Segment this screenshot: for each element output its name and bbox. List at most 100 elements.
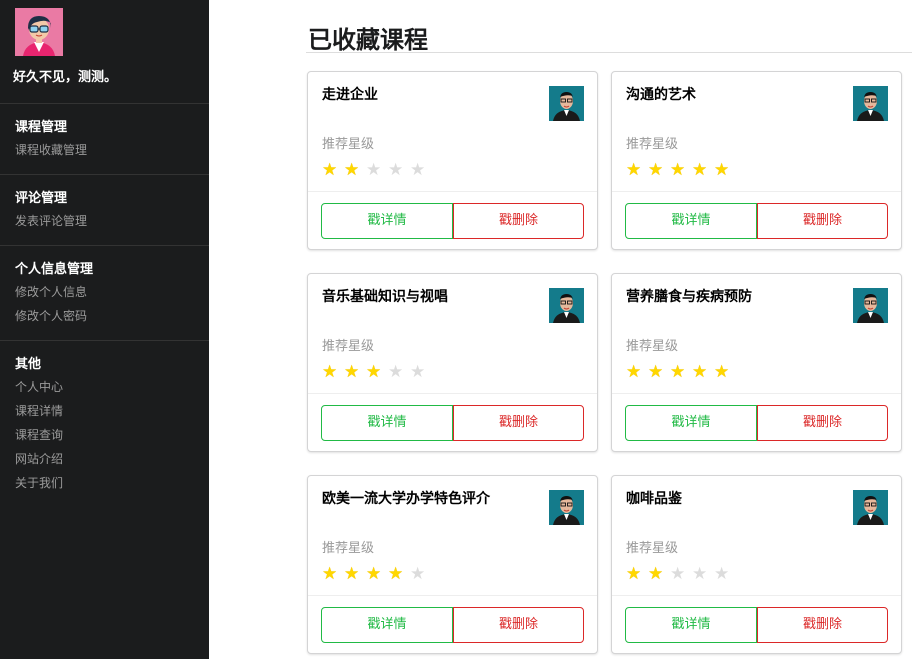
star-icon: ★ — [626, 160, 642, 180]
sidebar-section-comment: 评论管理 发表评论管理 — [0, 174, 209, 245]
card-divider — [612, 595, 901, 596]
rating-label: 推荐星级 — [322, 339, 375, 354]
star-rating: ★ ★ ★ ★ ★ — [322, 160, 432, 180]
sidebar-item-post-comments[interactable]: 发表评论管理 — [15, 212, 87, 229]
course-card: 沟通的艺术推荐星级 ★ ★ ★ ★ ★ 戳详情 戳删除 — [611, 71, 902, 250]
sidebar-section-course: 课程管理 课程收藏管理 — [0, 103, 209, 174]
teacher-thumbnail — [549, 86, 584, 121]
view-details-button[interactable]: 戳详情 — [321, 405, 453, 441]
star-icon: ★ — [410, 362, 426, 382]
course-title[interactable]: 音乐基础知识与视唱 — [322, 286, 448, 306]
course-card: 欧美一流大学办学特色评介推荐星级 ★ ★ ★ ★ ★ 戳详情 戳删除 — [307, 475, 598, 654]
star-rating: ★ ★ ★ ★ ★ — [626, 362, 736, 382]
rating-label: 推荐星级 — [322, 541, 375, 556]
teacher-thumbnail — [549, 490, 584, 525]
teacher-thumbnail — [853, 490, 888, 525]
star-rating: ★ ★ ★ ★ ★ — [322, 362, 432, 382]
view-details-button[interactable]: 戳详情 — [625, 405, 757, 441]
delete-button[interactable]: 戳删除 — [757, 203, 888, 239]
sidebar-section-title: 评论管理 — [15, 191, 68, 206]
card-divider — [612, 393, 901, 394]
star-icon: ★ — [670, 160, 686, 180]
star-rating: ★ ★ ★ ★ ★ — [626, 564, 736, 584]
star-icon: ★ — [388, 564, 404, 584]
star-icon: ★ — [344, 564, 360, 584]
star-icon: ★ — [692, 362, 708, 382]
star-icon: ★ — [648, 160, 664, 180]
star-icon: ★ — [322, 160, 338, 180]
sidebar-item-about-us[interactable]: 关于我们 — [15, 474, 63, 491]
course-title[interactable]: 欧美一流大学办学特色评介 — [322, 488, 490, 508]
star-icon: ★ — [322, 362, 338, 382]
star-icon: ★ — [388, 362, 404, 382]
course-card: 营养膳食与疾病预防推荐星级 ★ ★ ★ ★ ★ 戳详情 戳删除 — [611, 273, 902, 452]
sidebar-item-course-favorites[interactable]: 课程收藏管理 — [15, 141, 87, 158]
course-title[interactable]: 走进企业 — [322, 84, 378, 104]
user-greeting: 好久不见，测测。 — [13, 70, 118, 85]
sidebar-item-course-details[interactable]: 课程详情 — [15, 402, 63, 419]
sidebar-section-title: 其他 — [15, 357, 42, 372]
sidebar-item-edit-profile[interactable]: 修改个人信息 — [15, 283, 87, 300]
view-details-button[interactable]: 戳详情 — [625, 607, 757, 643]
view-details-button[interactable]: 戳详情 — [625, 203, 757, 239]
delete-button[interactable]: 戳删除 — [757, 405, 888, 441]
delete-button[interactable]: 戳删除 — [453, 405, 584, 441]
star-icon: ★ — [670, 362, 686, 382]
star-icon: ★ — [322, 564, 338, 584]
star-icon: ★ — [410, 564, 426, 584]
sidebar-section-title: 个人信息管理 — [15, 262, 94, 277]
delete-button[interactable]: 戳删除 — [757, 607, 888, 643]
sidebar-item-personal-center[interactable]: 个人中心 — [15, 378, 63, 395]
star-icon: ★ — [714, 564, 730, 584]
star-icon: ★ — [626, 362, 642, 382]
rating-label: 推荐星级 — [626, 137, 679, 152]
delete-button[interactable]: 戳删除 — [453, 203, 584, 239]
user-avatar[interactable] — [15, 8, 63, 56]
sidebar-section-title: 课程管理 — [15, 120, 68, 135]
page-title: 已收藏课程 — [308, 26, 428, 54]
sidebar-item-course-search[interactable]: 课程查询 — [15, 426, 63, 443]
rating-label: 推荐星级 — [322, 137, 375, 152]
title-divider — [306, 52, 912, 53]
card-divider — [308, 595, 597, 596]
star-icon: ★ — [714, 160, 730, 180]
star-icon: ★ — [692, 160, 708, 180]
rating-label: 推荐星级 — [626, 541, 679, 556]
course-title[interactable]: 沟通的艺术 — [626, 84, 696, 104]
star-icon: ★ — [714, 362, 730, 382]
star-icon: ★ — [410, 160, 426, 180]
course-card: 走进企业推荐星级 ★ ★ ★ ★ ★ 戳详情 戳删除 — [307, 71, 598, 250]
star-icon: ★ — [692, 564, 708, 584]
sidebar-section-profile: 个人信息管理 修改个人信息 修改个人密码 — [0, 245, 209, 340]
course-card: 咖啡品鉴推荐星级 ★ ★ ★ ★ ★ 戳详情 戳删除 — [611, 475, 902, 654]
star-icon: ★ — [388, 160, 404, 180]
card-divider — [308, 393, 597, 394]
star-icon: ★ — [344, 160, 360, 180]
view-details-button[interactable]: 戳详情 — [321, 607, 453, 643]
delete-button[interactable]: 戳删除 — [453, 607, 584, 643]
star-icon: ★ — [366, 564, 382, 584]
sidebar-item-site-intro[interactable]: 网站介绍 — [15, 450, 63, 467]
star-icon: ★ — [344, 362, 360, 382]
view-details-button[interactable]: 戳详情 — [321, 203, 453, 239]
teacher-thumbnail — [549, 288, 584, 323]
star-rating: ★ ★ ★ ★ ★ — [322, 564, 432, 584]
star-icon: ★ — [670, 564, 686, 584]
teacher-thumbnail — [853, 86, 888, 121]
course-title[interactable]: 咖啡品鉴 — [626, 488, 682, 508]
sidebar: 好久不见，测测。 课程管理 课程收藏管理 评论管理 发表评论管理 个人信息管理 … — [0, 0, 209, 659]
card-divider — [612, 191, 901, 192]
course-title[interactable]: 营养膳食与疾病预防 — [626, 286, 752, 306]
star-icon: ★ — [366, 362, 382, 382]
sidebar-section-other: 其他 个人中心 课程详情 课程查询 网站介绍 关于我们 — [0, 340, 209, 500]
card-divider — [308, 191, 597, 192]
star-icon: ★ — [366, 160, 382, 180]
sidebar-item-change-password[interactable]: 修改个人密码 — [15, 307, 87, 324]
star-rating: ★ ★ ★ ★ ★ — [626, 160, 736, 180]
star-icon: ★ — [648, 564, 664, 584]
star-icon: ★ — [626, 564, 642, 584]
star-icon: ★ — [648, 362, 664, 382]
teacher-thumbnail — [853, 288, 888, 323]
rating-label: 推荐星级 — [626, 339, 679, 354]
course-card: 音乐基础知识与视唱推荐星级 ★ ★ ★ ★ ★ 戳详情 戳删除 — [307, 273, 598, 452]
